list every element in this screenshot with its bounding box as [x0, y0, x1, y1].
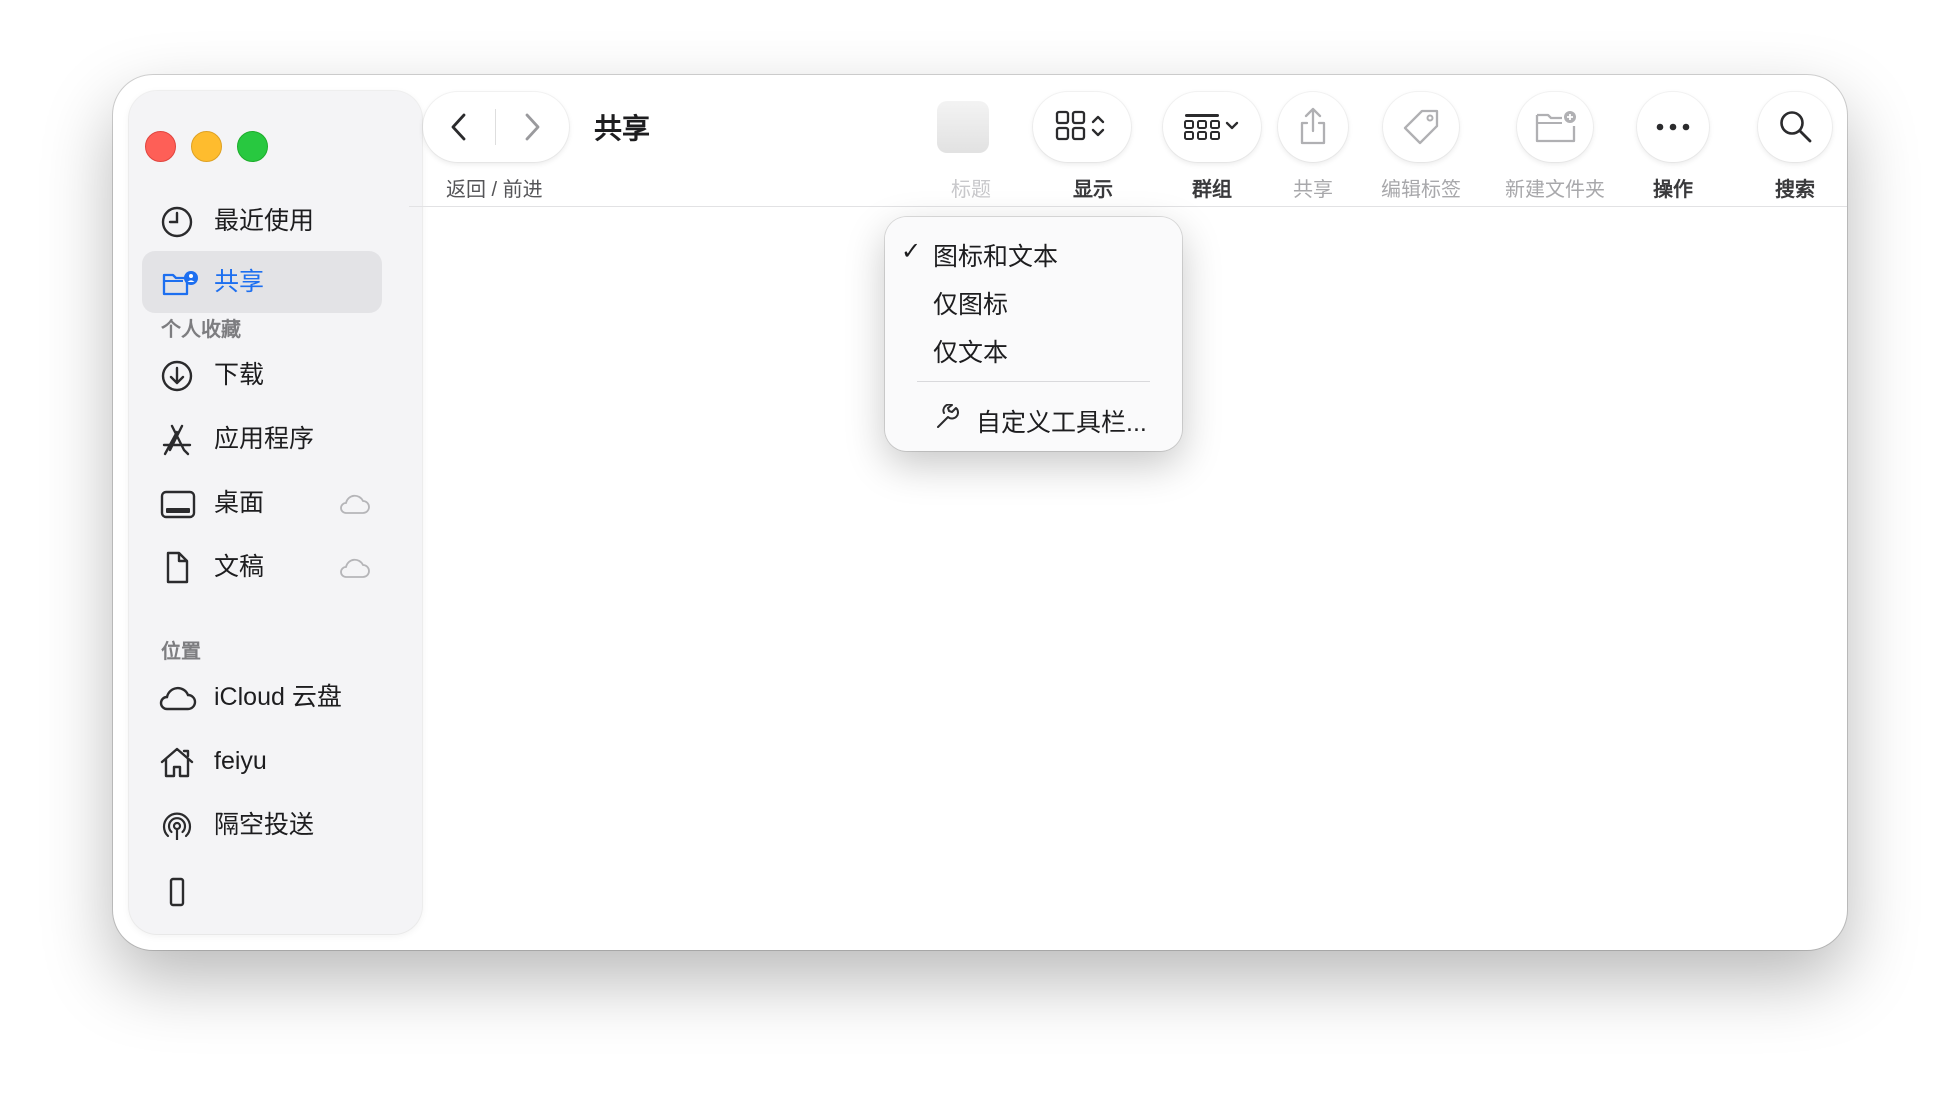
action-button[interactable]	[1637, 92, 1709, 162]
new-folder-icon	[1535, 111, 1576, 143]
group-button[interactable]	[1163, 92, 1261, 162]
sidebar-item-label: iCloud 云盘	[214, 683, 342, 711]
sidebar-item-recents[interactable]: 最近使用	[142, 190, 382, 252]
share-label: 共享	[1293, 179, 1333, 201]
back-button[interactable]	[423, 92, 495, 162]
toolbar-divider	[409, 206, 1847, 207]
sidebar-item-label: 应用程序	[214, 425, 315, 453]
sidebar-item-label: feiyu	[214, 747, 267, 775]
sidebar-item-label: 共享	[214, 268, 265, 296]
sidebar-item-label: 桌面	[214, 489, 265, 517]
clock-icon	[161, 206, 193, 238]
sidebar-item-label: 隔空投送	[214, 811, 315, 839]
sidebar-item-airdrop[interactable]: 隔空投送	[142, 794, 382, 856]
close-window-button[interactable]	[145, 131, 176, 162]
action-label: 操作	[1653, 179, 1693, 201]
tag-icon	[1403, 109, 1439, 145]
search-button[interactable]	[1758, 92, 1832, 162]
nav-buttons	[423, 92, 569, 162]
group-icon	[1184, 114, 1239, 140]
dragged-toolbar-item-ghost	[937, 101, 989, 153]
applications-icon	[162, 424, 192, 456]
menu-separator	[917, 381, 1150, 382]
chevron-left-icon	[451, 113, 466, 141]
sidebar-item-downloads[interactable]: 下载	[142, 344, 382, 406]
locations-header: 位置	[161, 641, 201, 663]
search-label: 搜索	[1775, 179, 1815, 201]
sidebar-item-icloud-drive[interactable]: iCloud 云盘	[142, 666, 382, 728]
edit-tags-button[interactable]	[1383, 92, 1459, 162]
view-label: 显示	[1073, 179, 1113, 201]
device-icon	[169, 877, 185, 907]
sidebar-item-label: 文稿	[214, 553, 265, 581]
desktop-icon	[160, 490, 196, 519]
forward-button[interactable]	[496, 92, 568, 162]
chevron-right-icon	[525, 113, 540, 141]
icloud-status-icon	[340, 494, 370, 514]
sidebar: 最近使用 共享 个人收藏 下载 应用程序 桌面 文稿 位置 iCloud 云盘 …	[129, 91, 422, 934]
finder-window: 最近使用 共享 个人收藏 下载 应用程序 桌面 文稿 位置 iCloud 云盘 …	[113, 75, 1847, 950]
sidebar-item-home[interactable]: feiyu	[142, 730, 382, 792]
menu-item-label: 仅图标	[933, 291, 1009, 319]
toolbar-context-menu: ✓ 图标和文本 仅图标 仅文本 自定义工具栏...	[885, 217, 1182, 451]
ghost-label: 标题	[951, 179, 991, 201]
checkmark-icon: ✓	[901, 238, 922, 265]
share-icon	[1300, 107, 1326, 145]
sidebar-item-documents[interactable]: 文稿	[142, 536, 382, 598]
document-icon	[166, 551, 189, 584]
new-folder-button[interactable]	[1517, 92, 1593, 162]
sidebar-item-label: 下载	[214, 361, 265, 389]
sidebar-item-applications[interactable]: 应用程序	[142, 408, 382, 470]
icloud-status-icon	[340, 558, 370, 578]
menu-item-label: 自定义工具栏...	[976, 409, 1147, 437]
new-folder-label: 新建文件夹	[1505, 179, 1605, 201]
grid-view-icon	[1055, 110, 1105, 141]
share-button[interactable]	[1278, 92, 1348, 162]
download-icon	[161, 360, 193, 392]
sidebar-item-partial[interactable]	[142, 858, 382, 920]
menu-item-label: 仅文本	[933, 339, 1009, 367]
home-icon	[160, 747, 194, 778]
minimize-window-button[interactable]	[191, 131, 222, 162]
sidebar-item-shared[interactable]: 共享	[142, 251, 382, 313]
ellipsis-icon	[1656, 123, 1690, 131]
icloud-icon	[159, 686, 197, 711]
wrench-icon	[937, 404, 959, 428]
sidebar-item-label: 最近使用	[214, 207, 315, 235]
view-button[interactable]	[1033, 92, 1131, 162]
nav-label: 返回 / 前进	[446, 179, 543, 201]
sidebar-item-desktop[interactable]: 桌面	[142, 472, 382, 534]
airdrop-icon	[162, 812, 192, 840]
group-label: 群组	[1192, 179, 1232, 201]
maximize-window-button[interactable]	[237, 131, 268, 162]
edit-tags-label: 编辑标签	[1381, 179, 1461, 201]
search-icon	[1780, 111, 1812, 143]
menu-item-label: 图标和文本	[933, 243, 1059, 271]
favorites-header: 个人收藏	[161, 319, 241, 341]
shared-folder-icon	[162, 271, 198, 296]
window-title: 共享	[594, 113, 651, 144]
